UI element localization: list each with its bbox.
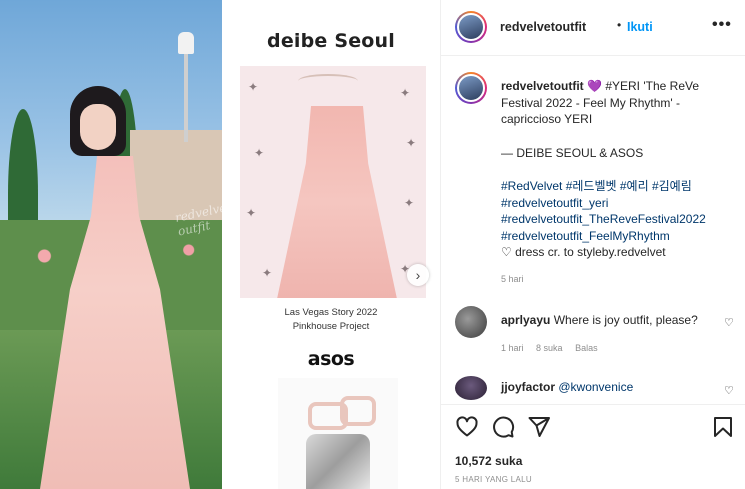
action-bar xyxy=(441,404,745,448)
commenter-avatar[interactable] xyxy=(455,306,487,338)
dress-caption: Las Vegas Story 2022 Pinkhouse Project xyxy=(222,306,440,334)
caption-credit: ♡ dress cr. to styleby.redvelvet xyxy=(501,245,666,259)
model-in-pink-gown xyxy=(40,86,190,489)
caption-username[interactable]: redvelvetoutfit xyxy=(501,79,584,93)
send-icon[interactable] xyxy=(527,415,551,439)
comment-like-icon[interactable]: ♡ xyxy=(724,384,734,397)
comment-body: Where is joy outfit, please? xyxy=(553,313,698,327)
author-username[interactable]: redvelvetoutfit xyxy=(500,20,586,34)
post-side-panel: redvelvetoutfit • Ikuti ••• redvelvetout… xyxy=(440,0,745,489)
comment-time: 1 hari xyxy=(501,343,524,353)
comment-icon[interactable] xyxy=(491,415,515,439)
dress-collection-name: Las Vegas Story 2022 xyxy=(284,307,378,318)
shoe-product-photo xyxy=(278,378,398,489)
follow-button[interactable]: Ikuti xyxy=(627,20,653,34)
post-age: 5 HARI YANG LALU xyxy=(455,475,532,484)
commenter-username[interactable]: jjoyfactor xyxy=(501,380,555,394)
comment-meta: 1 hari 8 suka Balas xyxy=(501,343,608,353)
comment-likes[interactable]: 8 suka xyxy=(536,343,563,353)
comment-like-icon[interactable]: ♡ xyxy=(724,316,734,329)
like-count[interactable]: 10,572 suka xyxy=(455,454,522,468)
hashtag-line[interactable]: #redvelvetoutfit_TheReveFestival2022 xyxy=(501,211,737,228)
hashtag-line[interactable]: #redvelvetoutfit_FeelMyRhythm xyxy=(501,228,737,245)
author-avatar[interactable] xyxy=(455,11,487,43)
post-media[interactable]: redvelvet outfit deibe Seoul ✦ ✦ ✦ ✦ ✦ ✦… xyxy=(0,0,440,489)
caption-timestamp: 5 hari xyxy=(501,273,524,284)
post-header: redvelvetoutfit • Ikuti ••• xyxy=(441,0,745,56)
outfit-collage: deibe Seoul ✦ ✦ ✦ ✦ ✦ ✦ ✦ ✦ Las Vegas St… xyxy=(222,0,440,489)
hashtag-line[interactable]: #RedVelvet #레드벨벳 #예리 #김예림 xyxy=(501,178,737,195)
separator-dot: • xyxy=(617,18,622,32)
commenter-avatar[interactable] xyxy=(455,376,487,400)
purple-heart-emoji: 💜 xyxy=(587,79,602,93)
reply-button[interactable]: Balas xyxy=(575,343,598,353)
chevron-right-icon: › xyxy=(415,267,421,283)
hashtag-line[interactable]: #redvelvetoutfit_yeri xyxy=(501,195,737,212)
photo-yeri-in-garden: redvelvet outfit xyxy=(0,0,222,489)
comment-text: aprlyayu Where is joy outfit, please? xyxy=(501,313,698,327)
dress-product-photo: ✦ ✦ ✦ ✦ ✦ ✦ ✦ ✦ xyxy=(240,66,426,298)
bookmark-icon[interactable] xyxy=(711,415,735,439)
next-slide-button[interactable]: › xyxy=(407,264,429,286)
heart-icon[interactable] xyxy=(455,415,479,439)
brand-asos: asos xyxy=(307,348,355,370)
comment-mention[interactable]: @kwonvenice xyxy=(558,380,633,394)
more-options-icon[interactable]: ••• xyxy=(712,16,732,34)
comment-text: jjoyfactor @kwonvenice xyxy=(501,380,633,394)
dress-project-name: Pinkhouse Project xyxy=(292,321,370,332)
caption-brands: — DEIBE SEOUL & ASOS xyxy=(501,145,644,160)
brand-deibe-seoul: deibe Seoul xyxy=(267,30,395,52)
commenter-username[interactable]: aprlyayu xyxy=(501,313,550,327)
caption-text: redvelvetoutfit 💜 #YERI 'The ReVe Festiv… xyxy=(501,78,737,287)
caption-avatar[interactable] xyxy=(455,72,487,104)
